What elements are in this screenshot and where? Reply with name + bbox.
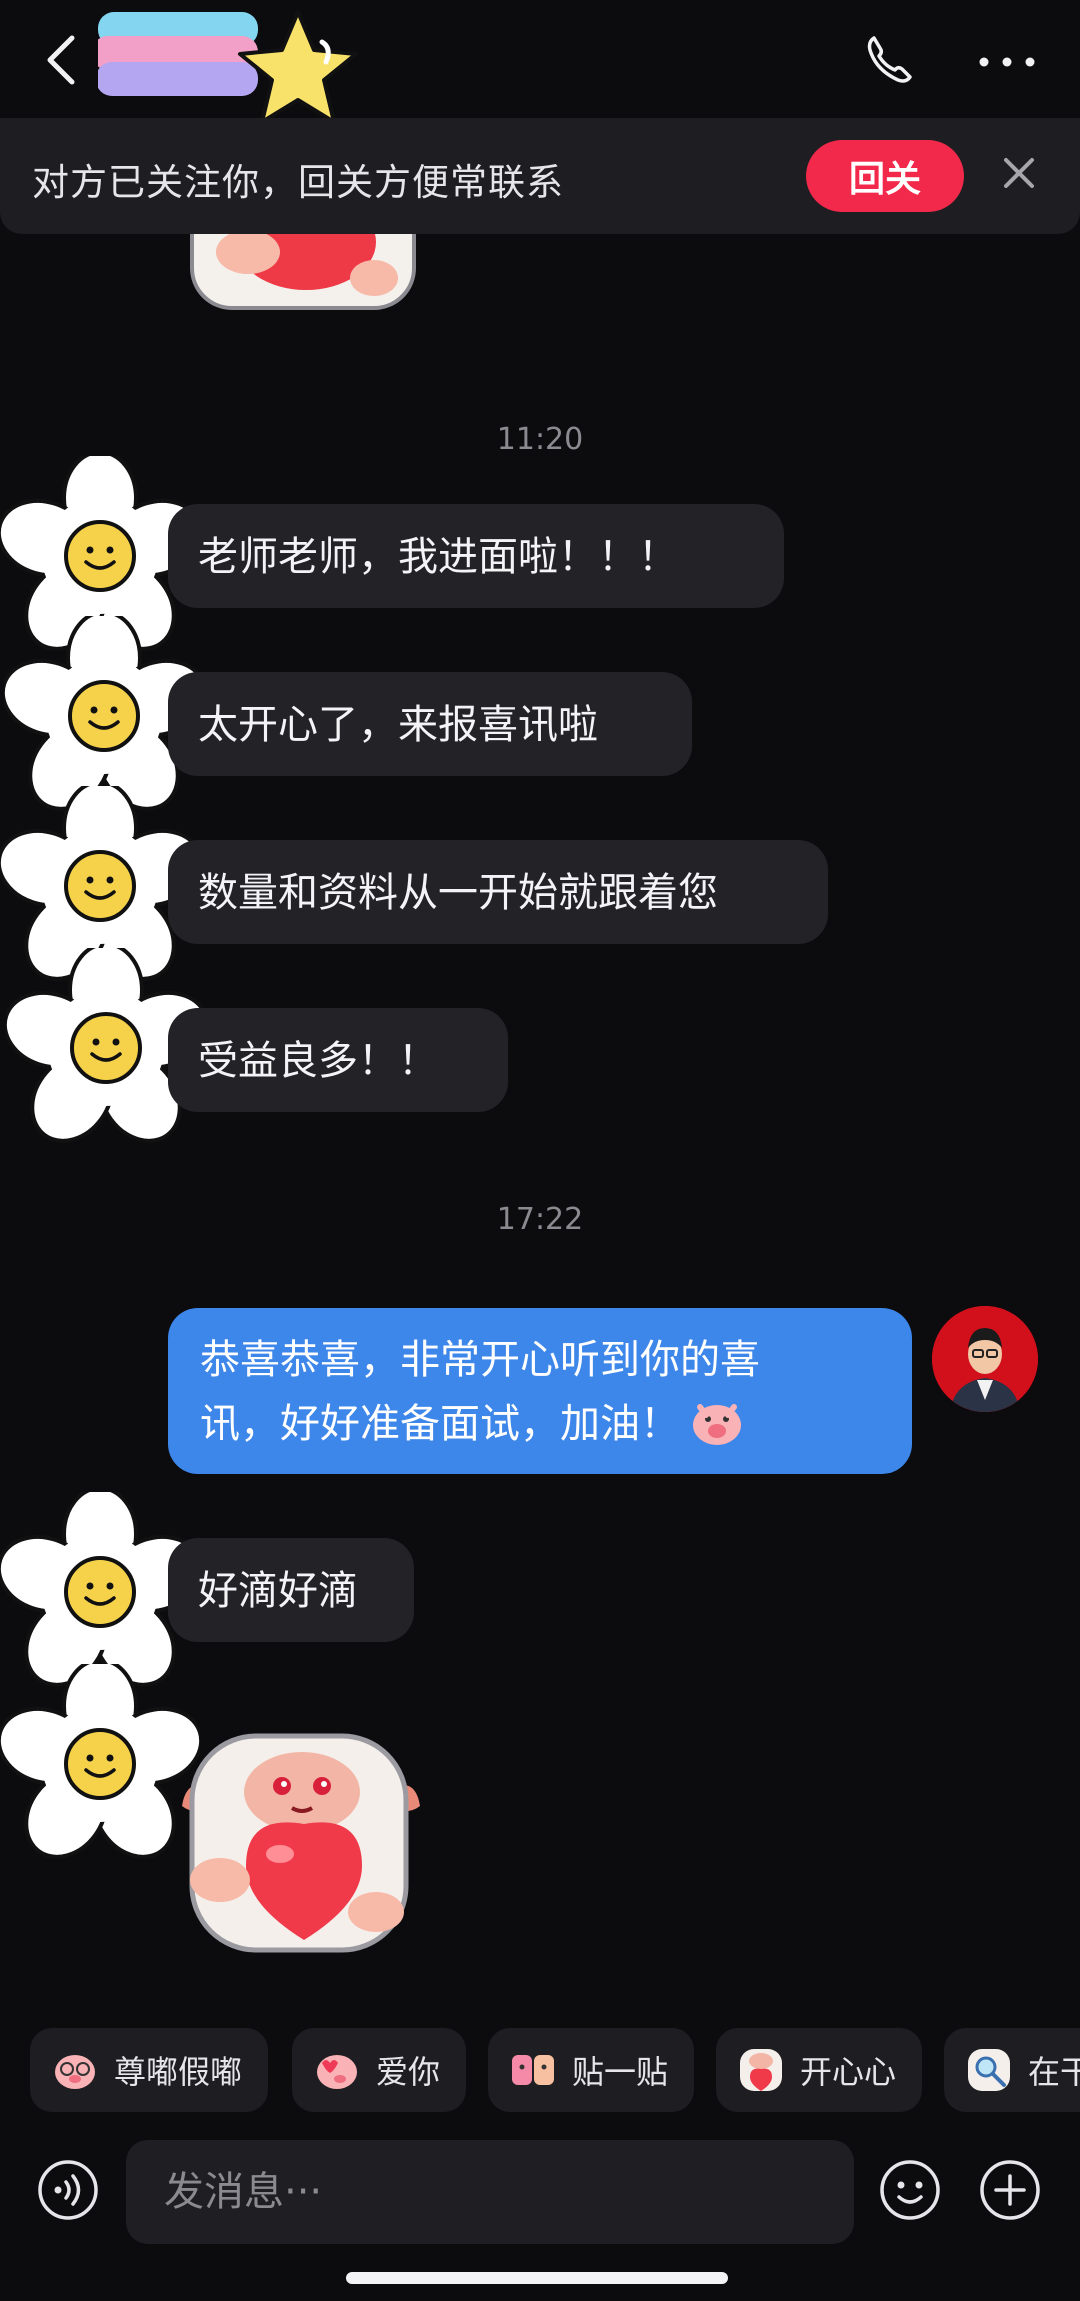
message-text: 太开心了，来报喜讯啦 — [198, 702, 598, 748]
phone-icon — [867, 36, 912, 83]
follow-back-banner: 对方已关注你，回关方便常联系 回关 — [0, 118, 1080, 234]
piggy-glasses-sticker-icon — [55, 2055, 95, 2089]
emoji-icon — [880, 2160, 940, 2220]
message-text: 受益良多！！ — [198, 1038, 438, 1084]
sheep-heart-sticker-partial — [190, 222, 416, 310]
piggy-emoji-icon — [693, 1404, 741, 1445]
sheep-heart-sticker-icon — [740, 2049, 782, 2091]
contact-avatar[interactable] — [0, 1664, 200, 1864]
piggy-love-sticker-icon — [317, 2055, 357, 2089]
close-icon — [1004, 158, 1034, 188]
incoming-message[interactable]: 受益良多！！ — [168, 1008, 508, 1112]
plus-icon — [980, 2160, 1040, 2220]
emoji-button[interactable] — [878, 2158, 942, 2222]
my-avatar[interactable] — [932, 1306, 1038, 1412]
incoming-message[interactable]: 老师老师，我进面啦！！！ — [168, 504, 784, 608]
message-text-line-1: 恭喜恭喜，非常开心听到你的喜 — [200, 1337, 760, 1383]
message-text: 好滴好滴 — [198, 1568, 358, 1614]
voice-button[interactable] — [36, 2158, 100, 2222]
incoming-message[interactable]: 数量和资料从一开始就跟着您 — [168, 840, 828, 944]
banner-text: 对方已关注你，回关方便常联系 — [32, 161, 564, 204]
chip-label: 尊嘟假嘟 — [114, 2053, 243, 2091]
more-button[interactable] — [972, 30, 1042, 90]
plus-button[interactable] — [978, 2158, 1042, 2222]
quick-reply-chip[interactable]: 开心心 — [716, 2028, 922, 2112]
quick-reply-chip[interactable]: 在干 — [944, 2028, 1080, 2112]
chip-label: 在干 — [1028, 2053, 1080, 2091]
quick-reply-chip[interactable]: 爱你 — [292, 2028, 466, 2112]
chevron-left-icon — [47, 35, 75, 85]
follow-back-button[interactable]: 回关 — [806, 140, 964, 212]
call-button[interactable] — [860, 30, 920, 90]
chip-label: 开心心 — [800, 2053, 897, 2091]
timestamp: 11:20 — [496, 422, 584, 457]
incoming-message[interactable]: 太开心了，来报喜讯啦 — [168, 672, 692, 776]
sheep-heart-sticker[interactable] — [176, 1726, 426, 1960]
message-text-line-2: 讯，好好准备面试，加油！ — [200, 1392, 880, 1456]
rainbow-star-sticker — [92, 6, 378, 136]
piggy-hug-sticker-icon — [512, 2055, 554, 2085]
quick-reply-bar: 尊嘟假嘟 爱你 贴一贴 开心心 在干 — [30, 2028, 1080, 2112]
message-text: 老师老师，我进面啦！！！ — [198, 534, 678, 580]
message-input[interactable] — [126, 2140, 854, 2244]
message-text: 数量和资料从一开始就跟着您 — [198, 870, 718, 916]
quick-reply-chip[interactable]: 尊嘟假嘟 — [30, 2028, 268, 2112]
chip-label: 贴一贴 — [572, 2053, 669, 2091]
sheep-search-sticker-icon — [968, 2049, 1010, 2091]
home-indicator[interactable] — [346, 2272, 728, 2284]
incoming-message[interactable]: 好滴好滴 — [168, 1538, 414, 1642]
timestamp: 17:22 — [496, 1202, 584, 1237]
banner-close-button[interactable] — [998, 152, 1040, 194]
quick-reply-chip[interactable]: 贴一贴 — [488, 2028, 694, 2112]
outgoing-message[interactable]: 恭喜恭喜，非常开心听到你的喜 讯，好好准备面试，加油！ — [168, 1308, 912, 1474]
back-button[interactable] — [28, 20, 98, 100]
top-bar — [0, 0, 1080, 124]
chip-label: 爱你 — [376, 2053, 441, 2091]
more-dots-icon — [979, 57, 1035, 67]
voice-icon — [38, 2160, 98, 2220]
